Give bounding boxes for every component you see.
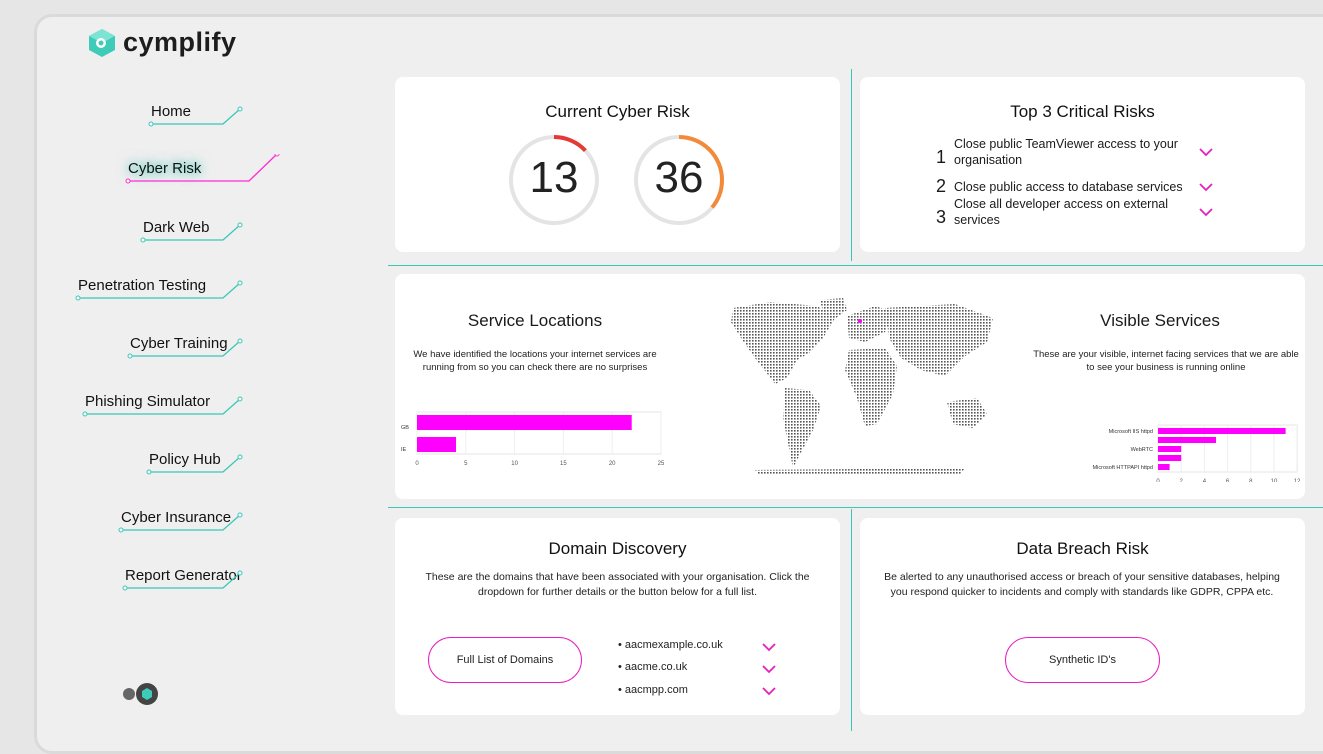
chart-tick-label: 0 — [1156, 479, 1160, 482]
full-list-domains-button[interactable]: Full List of Domains — [428, 637, 582, 683]
chart-tick-label: 25 — [658, 461, 665, 467]
risk-item-2[interactable]: 2 Close public access to database servic… — [936, 176, 1213, 197]
chart-tick-label: 12 — [1294, 479, 1300, 482]
service-locations-chart: 0 5 10 15 20 25 GB IE — [401, 411, 665, 467]
chart-bar — [1158, 437, 1216, 443]
nav-connector-line — [148, 106, 243, 127]
service-locations-title: Service Locations — [467, 311, 603, 330]
map-asia — [885, 304, 993, 376]
chart-tick-label: 4 — [1203, 479, 1207, 482]
chart-tick-label: 6 — [1226, 479, 1230, 482]
cymplify-mini-icon — [142, 688, 152, 700]
chart-category-label: Microsoft IIS httpd — [1109, 429, 1153, 435]
visible-services-chart: 0 2 4 6 8 10 12 Microsoft IIS httpd WebRTC Micros… — [1093, 424, 1300, 482]
nav-connector-line — [140, 222, 243, 243]
services-card: Service Locations We have identified the… — [395, 274, 1305, 499]
toggle-dot — [123, 688, 135, 700]
chart-category-label: WebRTC — [1131, 447, 1153, 453]
map-south-america — [783, 388, 821, 468]
nav-connector-line — [122, 570, 243, 591]
world-map — [731, 298, 993, 475]
domain-item-1: • aacmexample.co.uk — [618, 639, 723, 651]
chart-bar — [417, 437, 457, 452]
cymplify-logo-icon — [89, 28, 115, 57]
chart-tick-label: 0 — [415, 461, 419, 467]
service-locations-description: We have identified the locations your in… — [413, 349, 657, 373]
risk-item-2-number: 2 — [936, 176, 947, 196]
theme-toggle[interactable] — [123, 683, 158, 705]
nav-connector-line — [146, 454, 243, 475]
chart-bar — [417, 415, 632, 430]
risk-item-1[interactable]: 1 Close public TeamViewer access to your… — [936, 136, 1213, 168]
chart-tick-label: 15 — [560, 461, 567, 467]
risk-item-3-number: 3 — [936, 206, 947, 227]
chevron-down-icon[interactable] — [1199, 207, 1213, 217]
risk-item-2-text: Close public access to database services — [954, 179, 1183, 194]
chart-category-label: GB — [401, 425, 409, 431]
visible-services-description: These are your visible, internet facing … — [1033, 349, 1299, 373]
map-antarctica — [755, 468, 965, 475]
chart-tick-label: 20 — [609, 461, 616, 467]
map-location-marker — [858, 319, 862, 323]
nav-connector-line — [127, 338, 243, 359]
top-risks-card: Top 3 Critical Risks 1 Close public Team… — [860, 77, 1305, 252]
domain-item-2: • aacme.co.uk — [618, 661, 688, 673]
current-risk-card: Current Cyber Risk 13 36 — [395, 77, 840, 252]
divider-top — [851, 69, 852, 261]
chart-category-label: Microsoft HTTPAPI httpd — [1093, 465, 1153, 471]
domain-discovery-title: Domain Discovery — [548, 539, 687, 558]
risk-item-1-text: Close public TeamViewer access to your o… — [954, 137, 1178, 167]
data-breach-title: Data Breach Risk — [1016, 539, 1149, 558]
nav-connector-line — [75, 280, 243, 301]
nav-connector-line — [82, 396, 243, 417]
domain-item-3: • aacmpp.com — [618, 684, 688, 696]
risk-gauge-1-value: 13 — [529, 153, 579, 202]
toggle-knob — [136, 683, 158, 705]
chart-bar — [1158, 455, 1182, 461]
risk-item-3[interactable]: 3 Close all developer access on external… — [936, 196, 1213, 228]
nav-connector-line — [125, 154, 280, 184]
chevron-down-icon[interactable] — [762, 664, 776, 674]
divider-middle-bottom — [388, 507, 1323, 508]
risk-gauge-1: 13 — [507, 133, 601, 227]
chart-bar — [1158, 464, 1170, 470]
nav-connector-line — [118, 512, 243, 533]
risk-item-3-text: Close all developer access on external s… — [954, 197, 1169, 227]
app-window: cymplify Home Cyber Risk Dark Web Penetrati… — [34, 14, 1323, 754]
chart-tick-label: 5 — [464, 461, 468, 467]
risk-item-1-number: 1 — [936, 146, 947, 167]
divider-bottom — [851, 509, 852, 731]
domain-discovery-description: These are the domains that have been ass… — [425, 571, 810, 598]
risk-gauge-2: 36 — [632, 133, 726, 227]
map-north-america — [731, 302, 835, 384]
chart-tick-label: 2 — [1180, 479, 1184, 482]
chart-category-label: IE — [401, 447, 407, 453]
visible-services-title: Visible Services — [1100, 311, 1220, 330]
chevron-down-icon[interactable] — [762, 642, 776, 652]
chevron-down-icon[interactable] — [762, 686, 776, 696]
chevron-down-icon[interactable] — [1199, 182, 1213, 192]
synthetic-ids-button[interactable]: Synthetic ID's — [1005, 637, 1160, 683]
chevron-down-icon[interactable] — [1199, 147, 1213, 157]
chart-tick-label: 8 — [1249, 479, 1253, 482]
chart-bar — [1158, 428, 1286, 434]
data-breach-description: Be alerted to any unauthorised access or… — [884, 571, 1280, 598]
chart-bar — [1158, 446, 1182, 452]
brand-logo[interactable]: cymplify — [87, 27, 237, 58]
map-australia — [947, 398, 987, 428]
current-risk-title: Current Cyber Risk — [545, 102, 690, 121]
chart-tick-label: 10 — [511, 461, 518, 467]
risk-gauge-2-value: 36 — [654, 153, 704, 202]
data-breach-card: Data Breach Risk Be alerted to any unaut… — [860, 518, 1305, 715]
divider-middle-top — [388, 265, 1323, 266]
domain-discovery-card: Domain Discovery These are the domains t… — [395, 518, 840, 715]
brand-name: cymplify — [123, 27, 237, 57]
chart-tick-label: 10 — [1271, 479, 1278, 482]
map-africa — [845, 348, 897, 426]
top-risks-title: Top 3 Critical Risks — [1010, 102, 1155, 121]
